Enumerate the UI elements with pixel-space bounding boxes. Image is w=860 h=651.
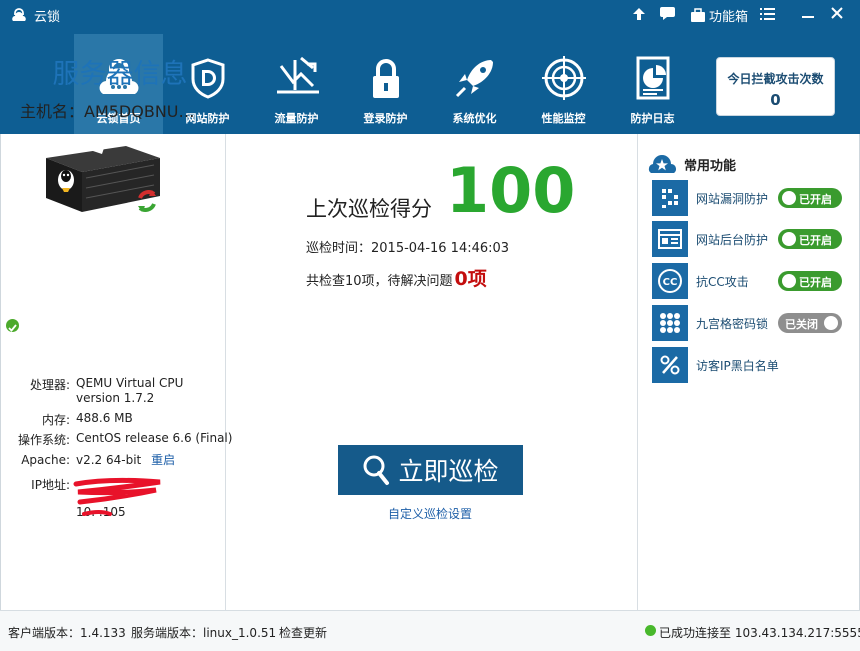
ip-key: IP地址: xyxy=(31,478,70,492)
nav-label: 登录防护 xyxy=(363,112,408,125)
func-visitor-ip-list[interactable]: 访客IP黑白名单 xyxy=(652,347,842,383)
message-button[interactable] xyxy=(659,6,676,21)
padlock-icon xyxy=(372,59,399,98)
pending-issues-count: 0项 xyxy=(454,268,487,290)
toggle-label: 已开启 xyxy=(799,276,832,289)
cc-icon: CC xyxy=(652,263,688,299)
toggle-label: 已开启 xyxy=(799,234,832,247)
menu-button[interactable] xyxy=(759,6,776,21)
toggle-knob xyxy=(782,191,796,205)
app-logo-icon xyxy=(12,7,26,21)
toggle-knob xyxy=(782,274,796,288)
os-key: 操作系统: xyxy=(17,433,70,447)
admin-protection-toggle[interactable]: 已开启 xyxy=(778,229,842,249)
nav-label: 防护日志 xyxy=(630,112,675,125)
vulnerability-protection-toggle[interactable]: 已开启 xyxy=(778,188,842,208)
server-info-title: 服务器信息 xyxy=(52,59,188,90)
memory-value: 488.6 MB xyxy=(76,411,133,425)
apache-value-row: v2.2 64-bit 重启 xyxy=(76,453,175,468)
grid-lock-icon xyxy=(652,305,688,341)
func-label: 抗CC攻击 xyxy=(696,274,749,289)
connection-status-icon xyxy=(645,625,656,636)
func-grid-password-lock[interactable]: 九宫格密码锁 已关闭 xyxy=(652,305,842,341)
admin-panel-icon xyxy=(652,221,688,257)
close-icon xyxy=(831,7,843,19)
attack-counter-label: 今日拦截攻击次数 xyxy=(727,72,824,86)
ip-redaction-scribble xyxy=(73,477,161,516)
upload-button[interactable] xyxy=(631,6,647,22)
toggle-knob xyxy=(782,232,796,246)
anti-cc-toggle[interactable]: 已开启 xyxy=(778,271,842,291)
func-label: 网站后台防护 xyxy=(696,232,769,247)
traffic-chart-icon xyxy=(276,56,319,94)
app-name: 云锁 xyxy=(34,10,61,25)
cpu-key: 处理器: xyxy=(29,378,70,392)
toolbox-button[interactable]: 功能箱 xyxy=(690,6,748,25)
nav-traffic-protection[interactable]: 流量防护 xyxy=(252,34,341,134)
title-bar: 云锁 功能箱 xyxy=(0,0,860,32)
client-version: 客户端版本：1.4.133 xyxy=(8,626,126,640)
custom-scan-settings-link[interactable]: 自定义巡检设置 xyxy=(388,505,472,522)
minimize-icon xyxy=(802,16,814,18)
cpu-value: QEMU Virtual CPU version 1.7.2 xyxy=(76,376,184,405)
rocket-icon xyxy=(455,60,493,98)
func-label: 访客IP黑白名单 xyxy=(696,358,779,373)
nav-label: 系统优化 xyxy=(452,112,497,125)
chat-icon xyxy=(660,7,675,20)
magnifier-icon xyxy=(363,455,390,485)
toolbox-icon xyxy=(691,8,705,22)
linux-server-icon xyxy=(46,146,160,212)
check-update-link[interactable]: 检查更新 xyxy=(279,624,327,641)
toggle-label: 已开启 xyxy=(799,193,832,206)
func-label: 九宫格密码锁 xyxy=(696,316,769,331)
minimize-button[interactable] xyxy=(801,6,815,20)
attack-counter-value: 0 xyxy=(770,91,781,109)
upload-arrow-icon xyxy=(633,8,645,20)
close-button[interactable] xyxy=(830,6,844,20)
common-functions-title: 常用功能 xyxy=(646,153,736,175)
last-scan-score: 100 xyxy=(446,154,576,227)
radar-icon xyxy=(541,56,586,100)
nav-login-protection[interactable]: 登录防护 xyxy=(341,34,430,134)
menu-icon xyxy=(760,8,775,20)
scan-time: 巡检时间：2015-04-16 14:46:03 xyxy=(306,241,510,256)
toggle-label: 已关闭 xyxy=(785,318,818,331)
grid-password-lock-toggle[interactable]: 已关闭 xyxy=(778,313,842,333)
apache-key: Apache: xyxy=(21,453,70,467)
scan-summary-text: 共检查10项，待解决问题 xyxy=(306,274,453,289)
nav-label: 性能监控 xyxy=(541,112,586,125)
func-anti-cc[interactable]: CC 抗CC攻击 已开启 xyxy=(652,263,842,299)
attack-counter[interactable]: 今日拦截攻击次数 0 xyxy=(716,57,835,116)
common-functions-label: 常用功能 xyxy=(684,158,737,174)
restart-apache-link[interactable]: 重启 xyxy=(151,453,175,467)
percent-list-icon xyxy=(652,347,688,383)
nav-protection-log[interactable]: 防护日志 xyxy=(608,34,697,134)
apache-value: v2.2 64-bit xyxy=(76,453,142,467)
scan-now-label: 立即巡检 xyxy=(398,457,499,486)
toolbox-label: 功能箱 xyxy=(709,10,749,25)
svg-text:CC: CC xyxy=(663,277,678,288)
hostname: 主机名：AM5DQBNU… xyxy=(20,102,195,121)
last-scan-score-label: 上次巡检得分 xyxy=(306,197,432,221)
memory-key: 内存: xyxy=(41,413,70,427)
func-admin-protection[interactable]: 网站后台防护 已开启 xyxy=(652,221,842,257)
app-title: 云锁 xyxy=(10,6,60,25)
nav-performance-monitor[interactable]: 性能监控 xyxy=(519,34,608,134)
scan-summary: 共检查10项，待解决问题 0项 xyxy=(306,264,487,291)
func-vulnerability-protection[interactable]: 网站漏洞防护 已开启 xyxy=(652,180,842,216)
toggle-knob xyxy=(824,316,838,330)
server-version: 服务端版本：linux_1.0.51 xyxy=(131,626,277,640)
apache-status-icon xyxy=(6,319,19,332)
log-report-icon xyxy=(636,56,669,100)
func-label: 网站漏洞防护 xyxy=(696,191,769,206)
status-bar: 客户端版本：1.4.133 服务端版本：linux_1.0.51 检查更新 已成… xyxy=(0,610,860,651)
connection-status: 已成功连接至 103.43.134.217:5555 xyxy=(659,626,860,640)
check-icon xyxy=(8,324,17,332)
nav-label: 流量防护 xyxy=(274,112,319,125)
scan-now-button[interactable]: 立即巡检 xyxy=(338,445,523,495)
cloud-star-icon xyxy=(648,155,676,173)
vulnerability-icon xyxy=(652,180,688,216)
nav-system-optimization[interactable]: 系统优化 xyxy=(430,34,519,134)
os-value: CentOS release 6.6 (Final) xyxy=(76,431,233,445)
